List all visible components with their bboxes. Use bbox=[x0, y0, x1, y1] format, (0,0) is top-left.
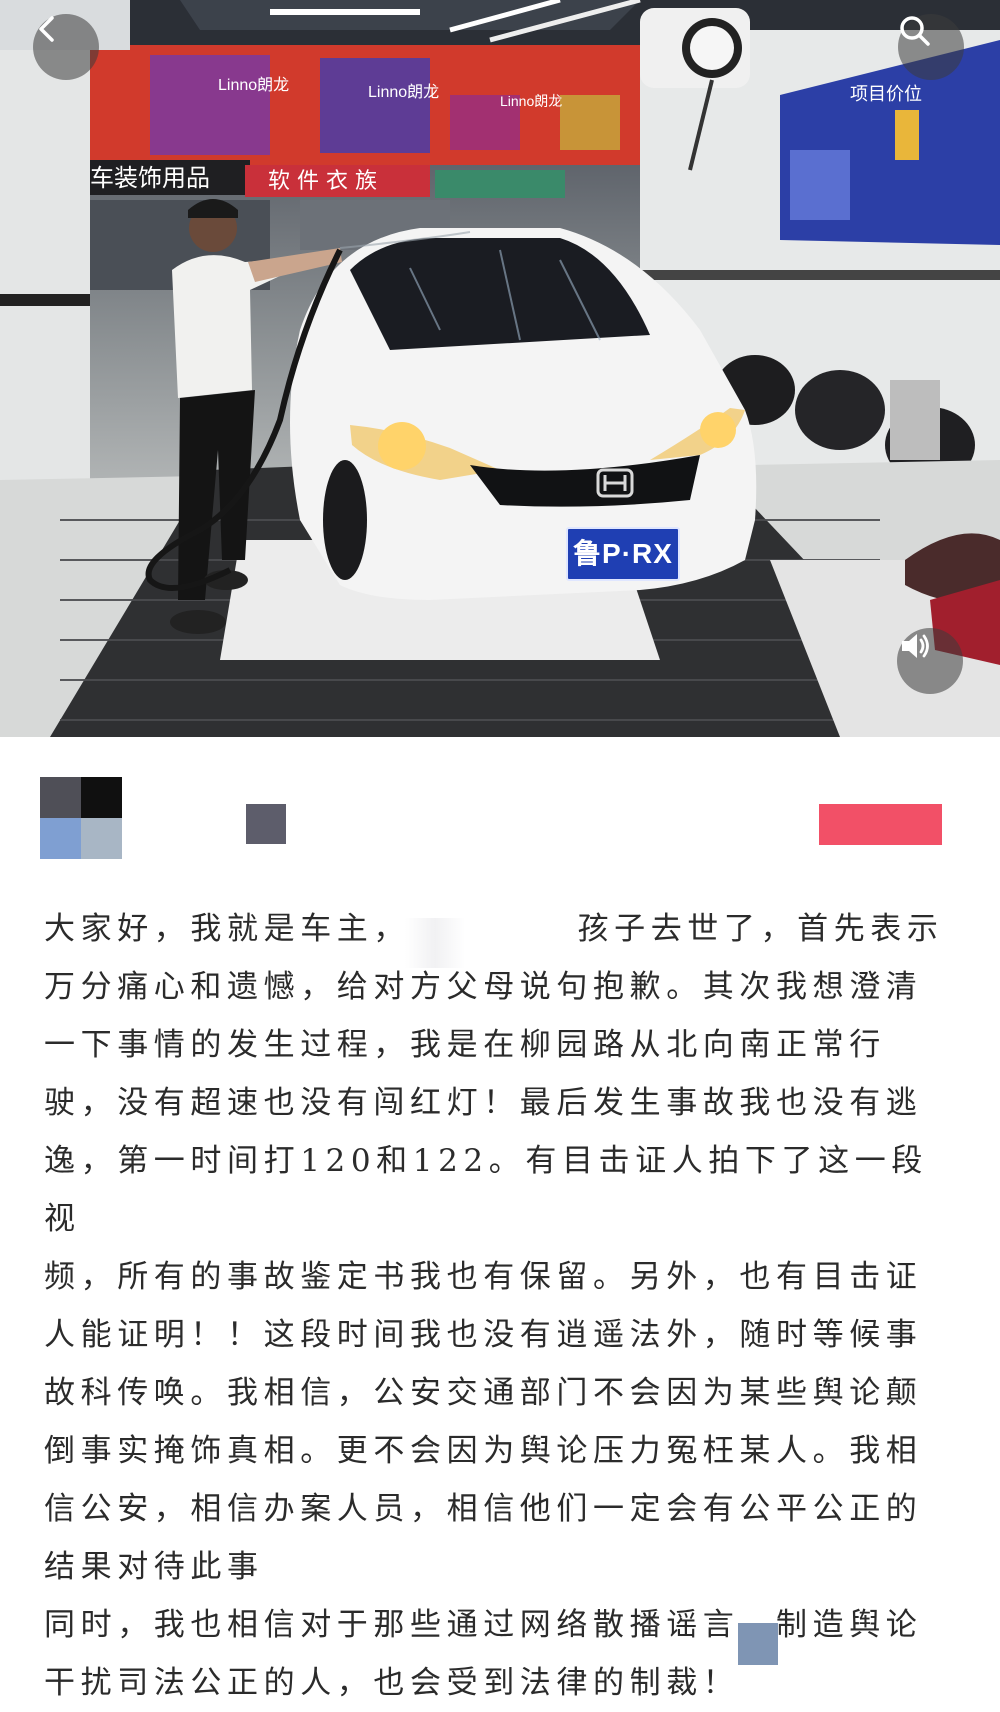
speaker-icon bbox=[902, 634, 929, 658]
post-line: 干扰司法公正的人，也会受到法律的制裁！ bbox=[44, 1665, 740, 1701]
banner-brand-1: Linno朗龙 bbox=[218, 76, 289, 94]
post-line: 倒事实掩饰真相。更不会因为舆论压力冤枉某人。我相 bbox=[44, 1433, 923, 1469]
post-line: 结果对待此事 bbox=[44, 1549, 264, 1585]
post-line: 万分痛心和遗憾，给对方父母说句抱歉。其次我想澄清 bbox=[44, 969, 923, 1005]
redacted-name bbox=[405, 918, 465, 968]
post-line: 人能证明！！这段时间我也没有逍遥法外，随时等候事 bbox=[44, 1317, 923, 1353]
floating-block[interactable] bbox=[738, 1623, 778, 1665]
license-plate: 鲁P·RX bbox=[566, 527, 680, 581]
sound-button[interactable] bbox=[897, 628, 963, 694]
car-wash-scene: Linno朗龙 Linno朗龙 Linno朗龙 汽车装饰用品 软 件 衣 族 项… bbox=[0, 0, 1000, 737]
banner-brand-3: Linno朗龙 bbox=[500, 93, 562, 109]
post-line: 逸，第一时间打120和122。有目击证人拍下了这一段视 bbox=[44, 1143, 928, 1237]
post-body: 大家好，我就是车主， 孩子去世了，首先表示 万分痛心和遗憾，给对方父母说句抱歉。… bbox=[44, 900, 944, 1712]
author-name-redacted[interactable] bbox=[246, 804, 286, 844]
video-frame[interactable]: Linno朗龙 Linno朗龙 Linno朗龙 汽车装饰用品 软 件 衣 族 项… bbox=[0, 0, 1000, 737]
search-button[interactable] bbox=[898, 14, 964, 80]
shop-sign-mid: 软 件 衣 族 bbox=[268, 169, 377, 194]
post-line: 一下事情的发生过程，我是在柳园路从北向南正常行 bbox=[44, 1027, 886, 1063]
banner-brand-2: Linno朗龙 bbox=[368, 83, 439, 101]
post-line: 同时，我也相信对于那些通过网络散播谣言，制造舆论 bbox=[44, 1607, 923, 1643]
chevron-left-icon bbox=[39, 16, 54, 42]
post-line: 频，所有的事故鉴定书我也有保留。另外，也有目击证 bbox=[44, 1259, 923, 1295]
post-line: 驶，没有超速也没有闯红灯！最后发生事故我也没有逃 bbox=[44, 1085, 923, 1121]
search-icon bbox=[900, 16, 930, 46]
post-line: 信公安，相信办案人员，相信他们一定会有公平公正的 bbox=[44, 1491, 923, 1527]
post-line: 故科传唤。我相信，公安交通部门不会因为某些舆论颠 bbox=[44, 1375, 923, 1411]
follow-button[interactable] bbox=[819, 804, 942, 845]
author-row bbox=[0, 737, 1000, 859]
price-board-title: 项目价位 bbox=[850, 84, 922, 105]
avatar[interactable] bbox=[40, 777, 122, 859]
post-line: 大家好，我就是车主， 孩子去世了，首先表示 bbox=[44, 911, 944, 947]
back-button[interactable] bbox=[33, 14, 99, 80]
